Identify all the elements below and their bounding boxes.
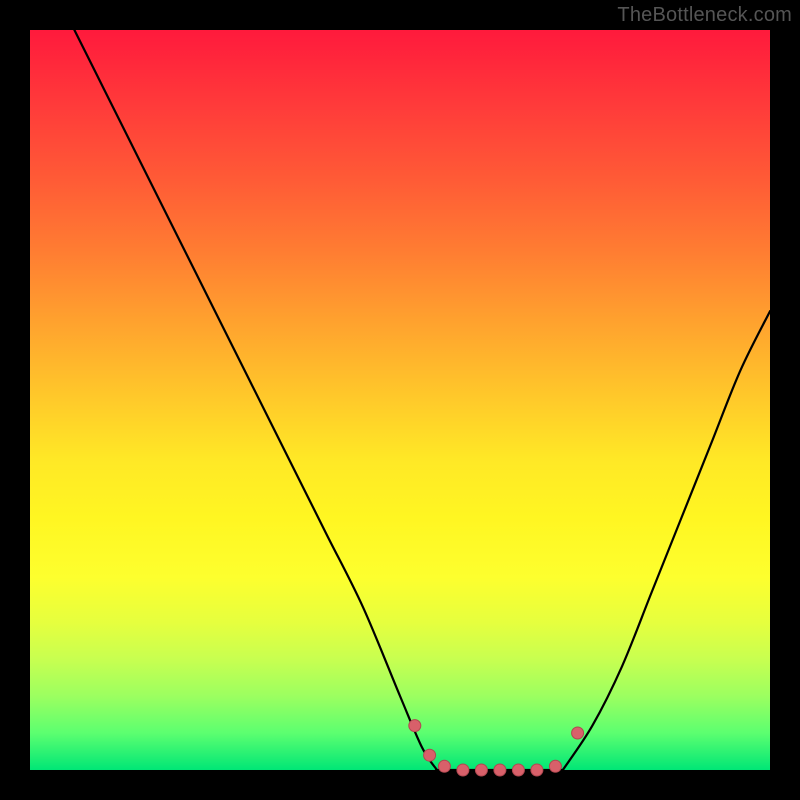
floor-dot xyxy=(531,764,543,776)
floor-dot xyxy=(457,764,469,776)
chart-frame: TheBottleneck.com xyxy=(0,0,800,800)
floor-dot xyxy=(438,760,450,772)
floor-dot xyxy=(572,727,584,739)
floor-dot xyxy=(512,764,524,776)
curve-layer xyxy=(30,30,770,770)
floor-dot xyxy=(549,760,561,772)
floor-dot xyxy=(475,764,487,776)
floor-dot xyxy=(409,720,421,732)
plot-area xyxy=(30,30,770,770)
watermark-text: TheBottleneck.com xyxy=(617,4,792,27)
floor-dot xyxy=(424,749,436,761)
bottleneck-curve xyxy=(74,30,770,773)
floor-dot xyxy=(494,764,506,776)
